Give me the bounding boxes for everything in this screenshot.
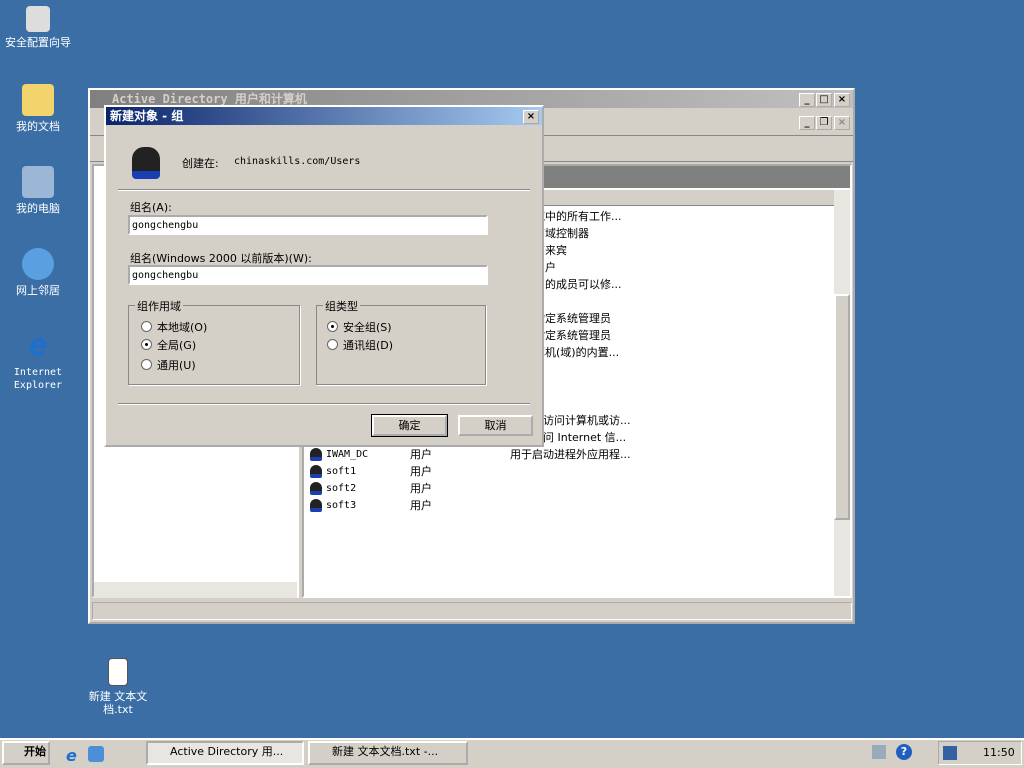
quicklaunch-outlook-icon[interactable] [88,746,104,762]
row-type: 用户 [410,499,432,512]
child-close-button[interactable]: × [834,116,850,130]
network-icon [22,248,54,280]
taskbar-item-ad[interactable]: Active Directory 用... [146,741,304,765]
scope-domain-local-radio[interactable]: 本地域(O) [141,321,207,334]
minimize-button[interactable]: _ [799,93,815,107]
scope-universal-radio[interactable]: 通用(U) [141,359,196,372]
divider [118,403,530,405]
row-description: 指定系统管理员 [534,329,611,342]
system-tray: ? 11:50 [864,741,1022,765]
tray-network-icon[interactable] [943,746,957,760]
table-row[interactable]: IWAM_DC 用户 用于启动进程外应用程... [304,446,844,463]
tray-help-icon[interactable]: ? [896,744,912,760]
row-type: 用户 [410,482,432,495]
quicklaunch-ie-icon[interactable]: e [66,746,77,765]
created-in-label: 创建在: [182,157,219,170]
table-row[interactable]: soft1 用户 [304,463,844,480]
desktop-icon-textfile[interactable]: 新建 文本文档.txt [80,658,156,716]
wizard-icon [26,6,50,32]
start-button[interactable]: 开始 [2,741,50,765]
row-name: soft2 [326,483,357,494]
user-icon [310,482,322,495]
cancel-button[interactable]: 取消 [458,415,533,436]
group-scope: 组作用域 本地域(O) 全局(G) 通用(U) [128,298,300,385]
row-name: soft1 [326,466,357,477]
list-vscrollbar[interactable] [834,190,850,596]
scope-global-radio[interactable]: 全局(G) [141,339,196,352]
folder-icon [22,84,54,116]
row-type: 用户 [410,448,432,461]
table-row[interactable]: soft3 用户 [304,497,844,514]
table-row[interactable]: soft2 用户 [304,480,844,497]
close-button[interactable]: × [834,93,850,107]
status-bar [92,602,852,620]
row-description: 中的成员可以修... [534,278,622,291]
user-icon [310,448,322,461]
child-restore-button[interactable]: ❐ [816,116,832,130]
tray-keyboard-icon[interactable] [872,745,886,759]
dialog-title-bar: 新建对象 - 组 [106,107,542,125]
maximize-button[interactable]: □ [816,93,832,107]
group-icon [132,147,160,179]
user-icon [310,465,322,478]
row-description: 域中的所有工作... [534,210,622,223]
type-security-radio[interactable]: 安全组(S) [327,321,392,334]
desktop-icon-security-wizard[interactable]: 安全配置向导 [0,6,76,49]
scroll-thumb[interactable] [834,294,850,520]
desktop-icon-my-documents[interactable]: 我的文档 [0,84,76,133]
row-name: IWAM_DC [326,449,369,460]
group-name-input[interactable]: gongchengbu [128,215,488,235]
new-group-dialog: 新建对象 - 组 × 创建在: chinaskills.com/Users 组名… [104,105,544,447]
group-name-pre2000-input[interactable]: gongchengbu [128,265,488,285]
text-file-icon [108,658,128,686]
tray-notification-area: 11:50 [938,741,1022,765]
child-minimize-button[interactable]: _ [799,116,815,130]
group-name-label: 组名(A): [130,201,172,214]
computer-icon [22,166,54,198]
ok-button[interactable]: 确定 [371,414,448,437]
row-type: 用户 [410,465,432,478]
type-distribution-radio[interactable]: 通讯组(D) [327,339,393,352]
taskbar-item-notepad[interactable]: 新建 文本文档.txt -... [308,741,468,765]
group-type: 组类型 安全组(S) 通讯组(D) [316,298,486,385]
group-name-pre2000-label: 组名(Windows 2000 以前版本)(W): [130,252,312,265]
desktop-icon-network[interactable]: 网上邻居 [0,248,76,297]
tray-clock: 11:50 [983,746,1015,759]
tree-hscrollbar[interactable] [94,582,297,598]
created-in-value: chinaskills.com/Users [234,156,361,167]
desktop-icon-my-computer[interactable]: 我的电脑 [0,166,76,215]
desktop-icon-ie[interactable]: e Internet Explorer [0,330,76,392]
ie-icon: e [28,328,48,363]
user-icon [310,499,322,512]
row-name: soft3 [326,500,357,511]
row-description: 指定系统管理员 [534,312,611,325]
dialog-close-button[interactable]: × [523,110,539,124]
row-description: 算机(域)的内置... [534,346,620,359]
divider [118,189,530,191]
row-description: 用于启动进程外应用程... [510,448,631,461]
